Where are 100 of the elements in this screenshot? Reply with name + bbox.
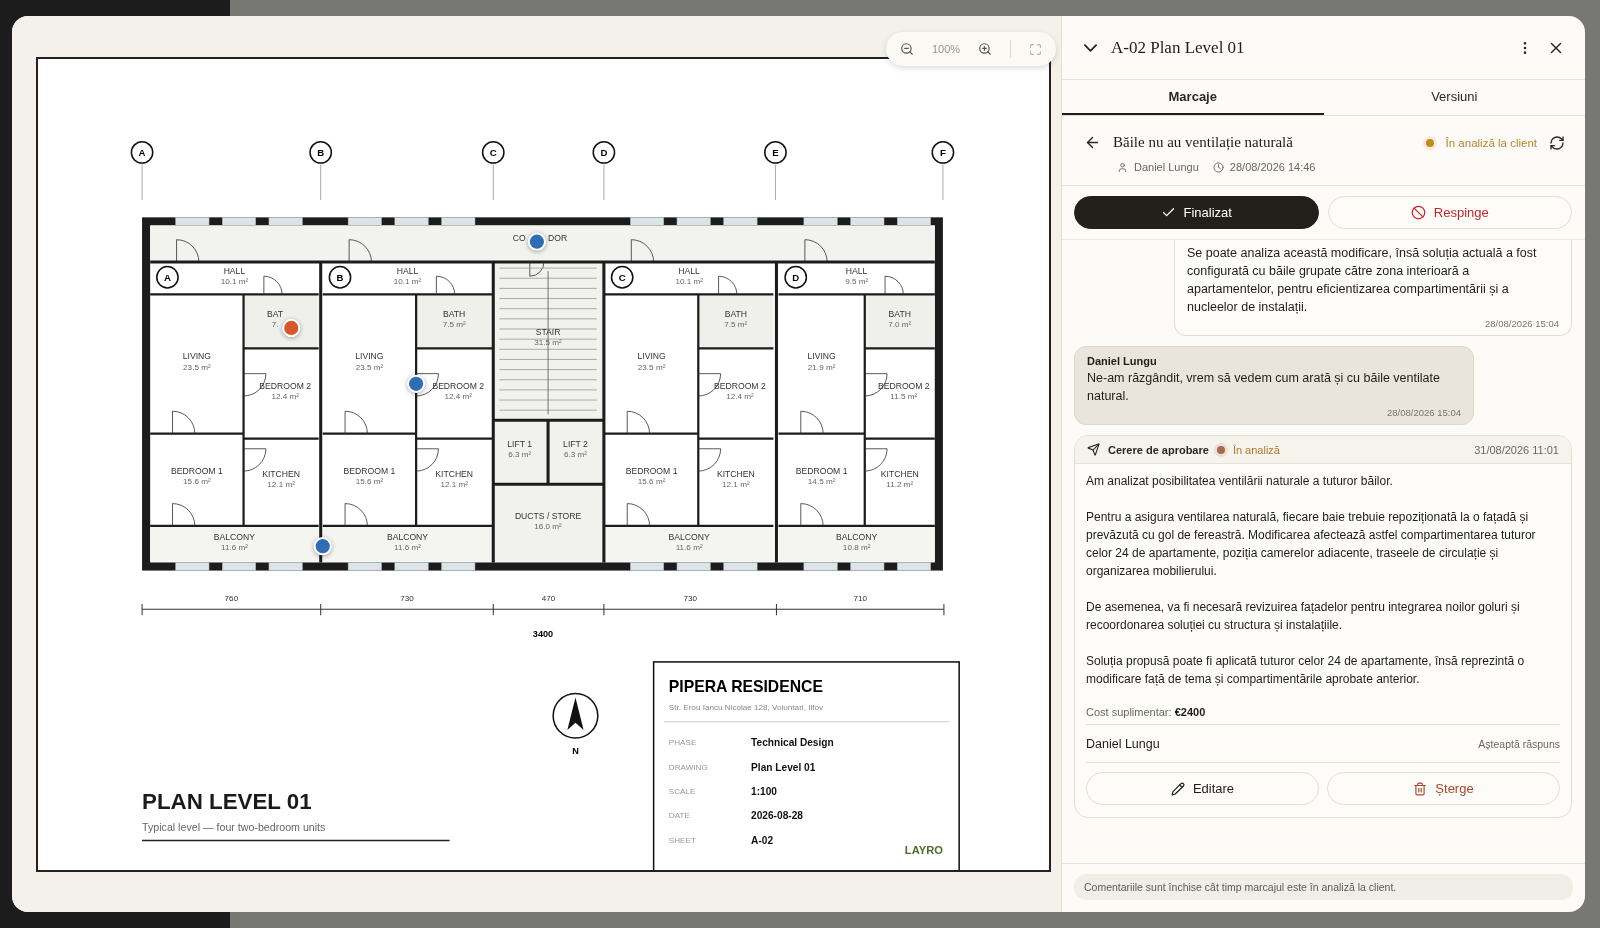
room-area: 9.5 m² [845,277,869,287]
axis-bubble [309,140,333,164]
room-area: 23.5 m² [183,362,211,372]
room-label: LIFT 1 [507,438,532,449]
room-label: BEDROOM 2 [714,380,766,391]
window [268,562,303,571]
status-dot [1216,445,1225,454]
zoom-in-button[interactable] [978,42,993,56]
door-swing [800,503,824,527]
door-swing [630,239,655,263]
window [347,217,382,226]
delete-button[interactable]: Șterge [1327,772,1560,805]
room-label: BEDROOM 2 [878,380,930,391]
room-label: BEDROOM 1 [625,466,678,477]
response-status: Așteaptă răspuns [1478,737,1560,750]
back-button[interactable] [1084,134,1101,151]
room-area: 7.5 m² [442,319,466,329]
bath-floor [864,295,935,349]
axis-label: B [317,146,325,158]
axis-label: D [600,146,608,158]
axis-label: E [772,146,779,158]
window [630,562,665,571]
room-area: 7.0 m² [888,319,912,329]
ban-icon [1410,205,1426,220]
cost-line: Cost suplimentar: €2400 [1086,706,1560,725]
room-area: 10.1 m² [675,277,703,287]
message-author: Daniel Lungu [1087,355,1158,367]
room-label: LIFT 2 [563,438,588,449]
room-label: LIVING [807,351,836,362]
room-area: 23.5 m² [355,362,384,372]
window [723,562,758,571]
message-text: Ne-am răzgândit, vrem să vedem cum arată și cu băile ventilate natural. [1087,370,1441,405]
comments-closed-notice: Comentariile sunt închise cât timp marcajul este în analiză la client. [1074,874,1573,900]
axis-label: C [489,146,497,158]
unit-label: C [618,271,626,283]
field-value: Plan Level 01 [751,761,816,773]
door-swing [176,239,200,263]
room-label: BEDROOM 2 [259,380,311,391]
room-label: LIVING [182,351,211,362]
collapse-button[interactable] [1084,43,1097,52]
window [850,217,885,226]
room-area: 15.6 m² [637,477,666,487]
door-swing [804,239,828,263]
window [268,217,303,226]
finish-button[interactable]: Finalizat [1074,196,1319,229]
panel-title: A-02 Plan Level 01 [1111,37,1246,58]
room-area: 11.2 m² [886,480,914,490]
zoom-out-button[interactable] [900,42,914,56]
approval-paragraph: De asemenea, va fi necesară revizuirea fațadelor pentru integrarea noilor goluri și recoordonarea soluției cu structura și instalațiile. [1086,599,1521,634]
window [803,562,838,571]
door-swing [718,275,738,295]
project-name: PIPERA RESIDENCE [668,678,823,696]
status-label: În analiză la client [1445,136,1537,149]
window [394,562,429,571]
room-label: DUCTS / STORE [514,510,582,521]
room-label: HALL [678,266,700,277]
author-name: Daniel Lungu [1134,161,1199,173]
room-area: 11.6 m² [394,543,421,553]
markup-pin[interactable] [313,537,332,556]
field-label: SHEET [668,835,696,845]
dimension-label: 730 [683,594,697,603]
status-dot [1425,138,1434,147]
door-swing [243,448,267,472]
window [394,217,429,226]
room-label: HALL [845,266,868,277]
door-swing [344,503,368,527]
window [850,562,885,571]
window [347,562,382,571]
room-area: 23.5 m² [637,362,666,372]
unit-bubble [610,265,634,289]
markup-title: Băile nu au ventilație naturală [1113,134,1294,151]
room-label: KITCHEN [880,469,919,480]
edit-button[interactable]: Editare [1086,772,1319,805]
room-area: 12.4 m² [271,392,299,402]
room-label: BEDROOM 1 [795,466,848,477]
room-label: BATH [724,308,747,319]
field-label: PHASE [668,738,697,748]
window [441,562,476,571]
drawing-title: PLAN LEVEL 01 [142,789,312,815]
door-swing [800,410,824,434]
window [803,217,838,226]
axis-line [942,164,944,201]
room-area: 16.0 m² [534,521,562,531]
tab[interactable]: Versiuni [1323,80,1585,115]
room-label: STAIR [535,327,561,338]
approval-paragraph: Am analizat posibilitatea ventilării naturale a tuturor băilor. [1086,473,1394,490]
total-dimension: 3400 [532,628,554,639]
refresh-button[interactable] [1549,134,1565,151]
door-swing [626,503,650,527]
room-area: 12.1 m² [440,480,468,490]
room-area: 31.5 m² [534,338,562,348]
tab[interactable]: Marcaje [1062,80,1324,115]
dimension-label: 760 [224,594,239,603]
reject-button[interactable]: Respinge [1327,196,1572,229]
trash-icon [1413,781,1428,796]
door-swing [172,410,196,434]
message-time: 28/08/2026 15:04 [1386,407,1461,418]
window [222,217,256,226]
room-area: 15.6 m² [355,477,384,487]
unit-label: B [336,271,344,283]
